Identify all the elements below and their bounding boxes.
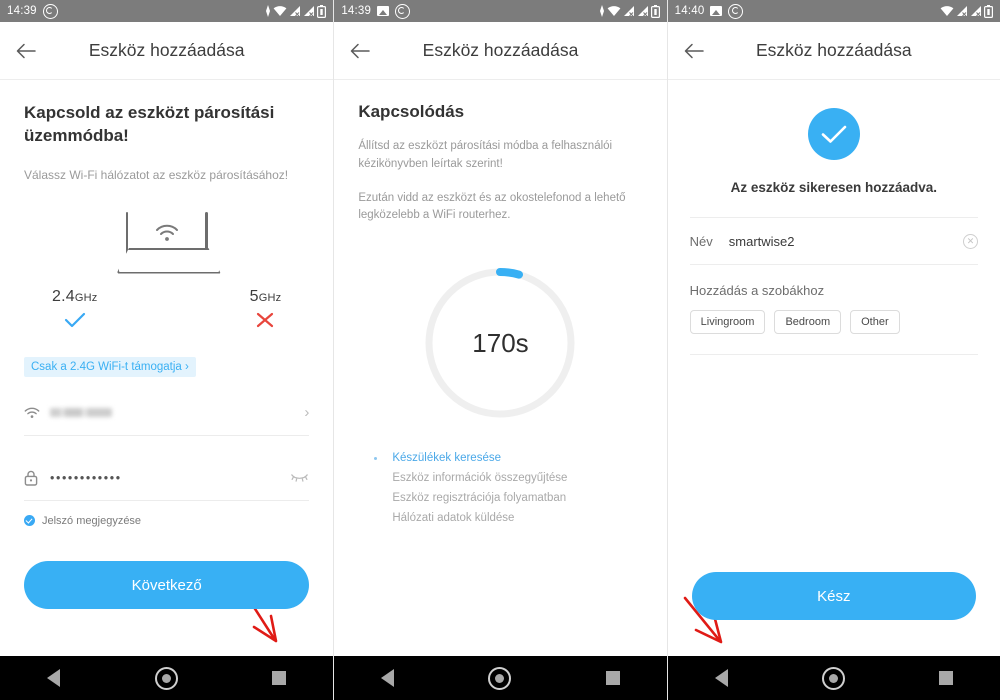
signal-x-icon (304, 6, 315, 17)
back-arrow-icon[interactable] (0, 22, 52, 79)
android-nav-bar-3 (667, 656, 1000, 700)
three-screenshot-strip: 14:39 Eszköz hozzáadása Kapcsold az eszk… (0, 0, 1000, 700)
band-5ghz: 5GHz (250, 288, 282, 331)
image-icon (377, 6, 390, 16)
ssid-row[interactable]: › (24, 391, 310, 436)
battery-icon (650, 4, 660, 18)
status-bar-1: 14:39 (0, 0, 334, 22)
check-icon (52, 309, 97, 331)
signal-x-icon (290, 6, 301, 17)
screen-wifi-setup: 14:39 Eszköz hozzáadása Kapcsold az eszk… (0, 0, 334, 700)
ssid-redacted (50, 407, 112, 417)
room-chip-list: Livingroom Bedroom Other (689, 310, 1000, 334)
charging-bolt-icon (265, 5, 271, 17)
room-chip-bedroom[interactable]: Bedroom (774, 310, 842, 334)
nav-back-icon[interactable] (381, 669, 395, 687)
remember-password-label: Jelszó megjegyzése (42, 514, 142, 527)
screen-1-content: Kapcsold az eszközt párosítási üzemmódba… (0, 80, 333, 656)
back-arrow-icon[interactable] (334, 22, 386, 79)
done-button[interactable]: Kész (691, 572, 976, 620)
rooms-label: Hozzádás a szobákhoz (689, 283, 825, 298)
whatsapp-icon (42, 3, 58, 19)
app-bar-2: Eszköz hozzáadása (334, 22, 667, 80)
step-collecting-info: Eszköz információk összegyűjtése (392, 472, 568, 485)
wifi-icon (24, 407, 50, 419)
nav-back-icon[interactable] (714, 669, 728, 687)
screen-connecting: 14:39 Eszköz hozzáadása Kapcsolódás Állí… (333, 0, 667, 700)
device-name-label: Név (689, 233, 713, 249)
back-arrow-icon[interactable] (668, 22, 720, 79)
password-input[interactable]: •••••••••••• (50, 471, 290, 485)
signal-x-icon (956, 6, 967, 17)
step-registering-device: Eszköz regisztrációja folyamatban (392, 491, 567, 504)
status-time: 14:39 (7, 5, 37, 17)
signal-x-icon (623, 6, 634, 17)
remember-password-row[interactable]: Jelszó megjegyzése (24, 515, 309, 527)
status-time: 14:40 (674, 5, 705, 17)
room-chip-livingroom[interactable]: Livingroom (689, 310, 766, 334)
whatsapp-icon (395, 3, 411, 19)
band-unit: GHz (258, 291, 282, 304)
heading-pairing-mode: Kapcsold az eszközt párosítási üzemmódba… (24, 103, 275, 145)
nav-home-icon[interactable] (154, 666, 178, 690)
band-unit: GHz (74, 291, 98, 304)
eye-off-icon[interactable] (290, 469, 309, 487)
checkbox-checked-icon[interactable] (24, 515, 35, 527)
room-chip-other[interactable]: Other (850, 310, 900, 334)
nav-recents-icon[interactable] (272, 671, 287, 685)
check-circle-icon (807, 108, 860, 160)
lock-icon (24, 470, 50, 486)
wifi-band-indicators: 2.4GHz 5GHz (0, 288, 333, 331)
instruction-paragraph-2: Ezután vidd az eszközt és az okostelefon… (358, 191, 626, 222)
clear-circle-icon[interactable]: ✕ (962, 233, 978, 249)
android-nav-bar-2 (334, 656, 667, 700)
app-bar-1: Eszköz hozzáadása (0, 22, 334, 80)
section-divider (689, 354, 978, 355)
nav-recents-icon[interactable] (605, 671, 620, 685)
cross-icon (250, 309, 282, 331)
nav-back-icon[interactable] (47, 669, 61, 687)
instruction-paragraph-1: Állítsd az eszközt párosítási módba a fe… (358, 140, 613, 170)
subtext-choose-wifi: Válassz Wi-Fi hálózatot az eszköz párosí… (24, 167, 289, 182)
image-icon (710, 6, 723, 16)
success-message: Az eszköz sikeresen hozzáadva. (730, 180, 937, 195)
device-name-row[interactable]: Név smartwise2 ✕ (689, 217, 978, 265)
heading-connecting: Kapcsolódás (358, 102, 465, 121)
charging-bolt-icon (599, 5, 605, 17)
signal-x-icon (637, 6, 648, 17)
battery-icon (317, 4, 327, 18)
next-button[interactable]: Következő (24, 561, 310, 609)
countdown-progress-ring: 170s (422, 265, 578, 421)
router-illustration-icon (113, 211, 221, 274)
screen-3-content: Az eszköz sikeresen hozzáadva. Név smart… (668, 80, 1000, 656)
status-bar-3: 14:40 (667, 0, 1000, 22)
signal-x-icon (970, 6, 981, 17)
app-bar-3: Eszköz hozzáadása (667, 22, 1000, 80)
ssid-value (50, 406, 304, 420)
status-time: 14:39 (341, 5, 372, 17)
status-bar-2: 14:39 (334, 0, 667, 22)
step-sending-network-data: Hálózati adatok küldése (392, 511, 515, 524)
wifi-icon (273, 6, 287, 16)
band-label: 2.4 (52, 287, 75, 305)
band-2-4ghz: 2.4GHz (52, 288, 97, 331)
step-searching-devices: Készülékek keresése (374, 449, 666, 469)
only-2-4g-supported-chip[interactable]: Csak a 2.4G WiFi-t támogatja › (24, 356, 196, 377)
band-label: 5 (249, 287, 259, 305)
whatsapp-icon (728, 3, 744, 19)
screen-device-added: 14:40 Eszköz hozzáadása Az eszköz sikere… (666, 0, 1000, 700)
password-row[interactable]: •••••••••••• (24, 456, 310, 501)
progress-step-list: Készülékek keresése Eszköz információk ö… (374, 449, 666, 528)
chevron-right-icon: › (304, 404, 310, 422)
nav-home-icon[interactable] (821, 666, 845, 690)
battery-icon (983, 4, 993, 18)
wifi-icon (940, 6, 954, 16)
screen-2-content: Kapcsolódás Állítsd az eszközt párosítás… (334, 80, 666, 656)
nav-recents-icon[interactable] (938, 671, 953, 685)
android-nav-bar-1 (0, 656, 334, 700)
device-name-input[interactable]: smartwise2 (729, 234, 963, 249)
wifi-icon (607, 6, 621, 16)
countdown-timer-text: 170s (472, 327, 529, 358)
nav-home-icon[interactable] (488, 666, 512, 690)
